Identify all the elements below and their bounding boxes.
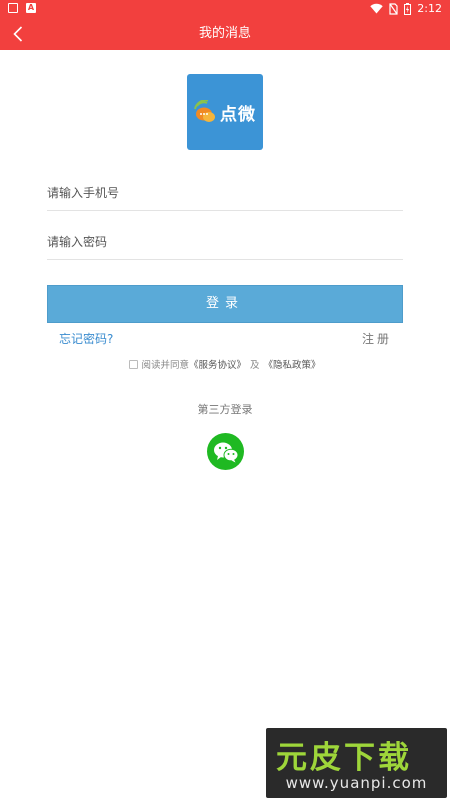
- wechat-icon: [213, 442, 238, 462]
- register-link[interactable]: 注册: [362, 330, 392, 347]
- status-time: 2:12: [417, 2, 442, 15]
- no-sim-icon: [389, 2, 398, 15]
- chat-bubbles-icon: [194, 100, 215, 122]
- status-left: A: [8, 3, 36, 13]
- agreement-prefix: 阅读并同意: [141, 360, 189, 371]
- privacy-policy-link[interactable]: 《隐私政策》: [264, 357, 321, 371]
- password-field: [47, 224, 403, 260]
- watermark: 元皮下载 www.yuanpi.com: [266, 728, 447, 798]
- phone-input[interactable]: [47, 175, 403, 210]
- page-title: 我的消息: [198, 26, 251, 41]
- forgot-password-link[interactable]: 忘记密码?: [59, 330, 113, 347]
- login-button[interactable]: 登录: [47, 285, 403, 323]
- agreement-checkbox[interactable]: [129, 359, 139, 369]
- third-party-login-label: 第三方登录: [197, 403, 253, 416]
- wechat-login-button[interactable]: [207, 433, 244, 470]
- agreement-row: 阅读并同意 《服务协议》 及 《隐私政策》: [0, 357, 450, 371]
- image-notification-icon: [8, 3, 18, 13]
- watermark-title: 元皮下载: [276, 740, 412, 776]
- app-bar: 我的消息: [0, 18, 450, 50]
- phone-field: [47, 175, 403, 211]
- status-bar: A 2:12: [0, 0, 450, 18]
- password-input[interactable]: [47, 224, 403, 259]
- wifi-icon: [370, 3, 383, 14]
- watermark-url: www.yuanpi.com: [285, 774, 428, 792]
- app-logo: 点微: [187, 74, 263, 150]
- service-agreement-link[interactable]: 《服务协议》: [189, 357, 246, 371]
- battery-charging-icon: [404, 2, 412, 15]
- agreement-and: 及: [250, 360, 260, 371]
- a-notification-icon: A: [26, 3, 36, 13]
- status-right: 2:12: [370, 2, 442, 15]
- logo-text: 点微: [220, 104, 256, 125]
